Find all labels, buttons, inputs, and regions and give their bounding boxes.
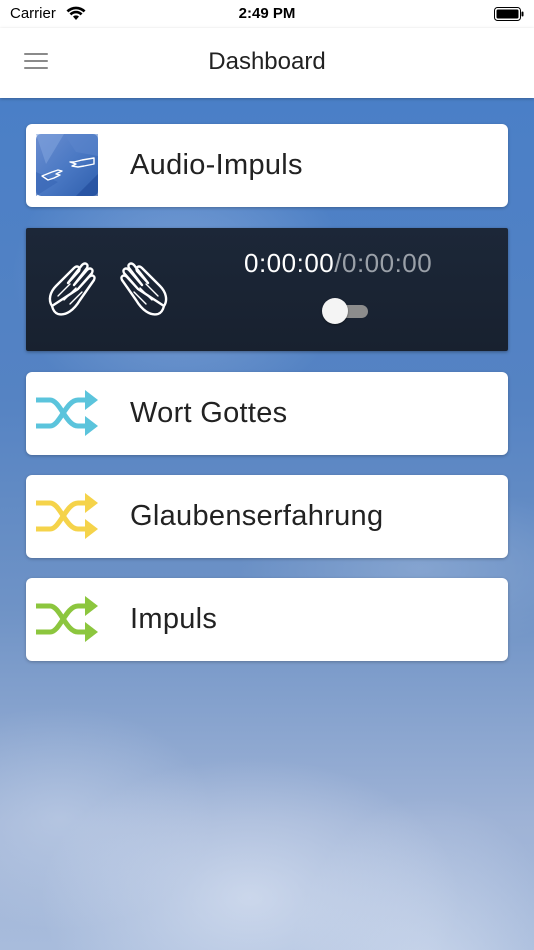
playback-time: 0:00:00/0:00:00 <box>244 248 432 279</box>
status-time: 2:49 PM <box>238 5 296 22</box>
card-label: Audio-Impuls <box>130 149 303 181</box>
shuffle-icon <box>36 596 98 642</box>
card-label: Impuls <box>130 603 218 635</box>
praying-hands-icon <box>48 262 168 316</box>
time-separator: / <box>334 248 342 278</box>
card-label: Glaubenserfahrung <box>130 500 384 532</box>
total-time: 0:00:00 <box>341 248 433 278</box>
status-bar: Carrier 2:49 PM <box>0 0 534 28</box>
creation-hands-image-icon <box>36 134 98 196</box>
shuffle-icon <box>36 493 98 539</box>
wort-gottes-card[interactable]: Wort Gottes <box>26 372 508 455</box>
card-label: Wort Gottes <box>130 397 288 429</box>
navigation-bar: Dashboard <box>0 28 534 98</box>
battery-icon <box>494 7 524 21</box>
audio-player: 0:00:00/0:00:00 <box>26 228 508 351</box>
shuffle-icon <box>36 390 98 436</box>
toggle-thumb <box>322 298 348 324</box>
elapsed-time: 0:00:00 <box>244 248 335 278</box>
audio-impuls-card[interactable]: Audio-Impuls <box>26 124 508 207</box>
impuls-card[interactable]: Impuls <box>26 578 508 661</box>
playback-toggle[interactable] <box>322 298 372 324</box>
page-title: Dashboard <box>208 48 326 75</box>
glaubenserfahrung-card[interactable]: Glaubenserfahrung <box>26 475 508 558</box>
